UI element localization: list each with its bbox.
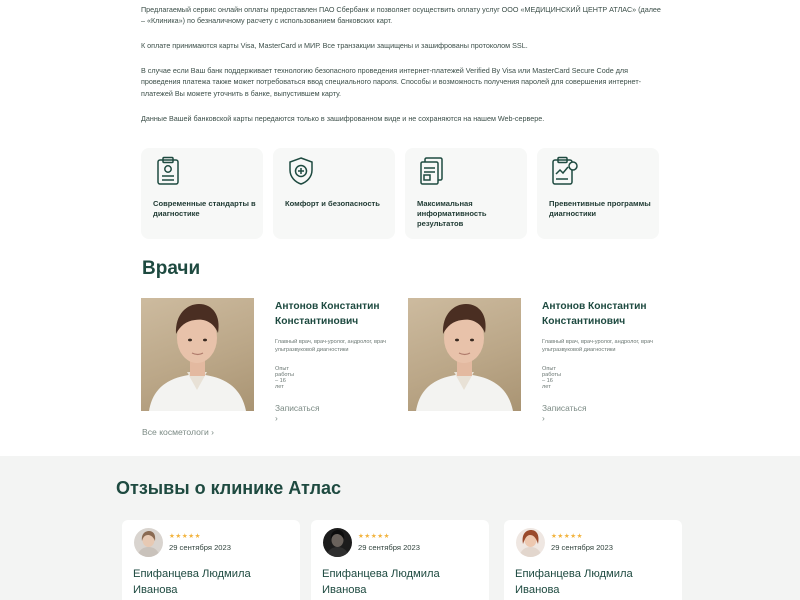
review-card: ★★★★★ 29 сентября 2023 Епифанцева Людмил…: [122, 520, 300, 600]
review-card: ★★★★★ 29 сентября 2023 Епифанцева Людмил…: [311, 520, 489, 600]
doctor-name: Антонов Константин Константинович: [542, 301, 647, 328]
review-card: ★★★★★ 29 сентября 2023 Епифанцева Людмил…: [504, 520, 682, 600]
reviews-heading: Отзывы о клинике Атлас: [116, 478, 342, 498]
doctor-photo: [141, 298, 254, 411]
feature-title: Превентивные программы диагностики: [549, 199, 651, 219]
reviewer-avatar: [134, 528, 163, 557]
doctor-experience: Опыт работы – 16 лет: [542, 366, 561, 390]
feature-card: Максимальная информативность результатов: [405, 148, 527, 239]
payment-paragraph-2: К оплате принимаются карты Visa, MasterC…: [141, 41, 528, 51]
reviewer-avatar: [516, 528, 545, 557]
feature-card: Современные стандарты в диагностике: [141, 148, 263, 239]
rating-stars: ★★★★★: [358, 533, 391, 540]
reviewer-name: Епифанцева Людмила Иванова: [515, 568, 633, 596]
feature-title: Современные стандарты в диагностике: [153, 199, 256, 219]
reviewer-avatar: [323, 528, 352, 557]
rating-stars: ★★★★★: [169, 533, 202, 540]
doctor-position: Главный врач, врач-уролог, андролог, вра…: [275, 339, 386, 354]
doctor-position: Главный врач, врач-уролог, андролог, вра…: [542, 339, 653, 354]
doctor-experience: Опыт работы – 16 лет: [275, 366, 294, 390]
feature-card: Превентивные программы диагностики: [537, 148, 659, 239]
feature-title: Комфорт и безопасность: [285, 199, 380, 208]
document-stack-icon: [420, 157, 443, 185]
payment-paragraph-1: Предлагаемый сервис онлайн оплаты предос…: [141, 5, 661, 26]
doctor-photo: [408, 298, 521, 411]
clipboard-icon: [157, 156, 179, 185]
features-row: Современные стандарты в диагностике Комф…: [141, 148, 659, 239]
shield-icon: [289, 157, 313, 185]
review-date: 29 сентября 2023: [358, 543, 420, 552]
doctors-heading: Врачи: [142, 258, 201, 279]
review-date: 29 сентября 2023: [551, 543, 613, 552]
reviewer-name: Епифанцева Людмила Иванова: [133, 568, 251, 596]
all-cosmetologists-link[interactable]: Все косметологи ›: [142, 427, 214, 437]
payment-paragraph-3: В случае если Ваш банк поддерживает техн…: [141, 66, 642, 98]
reviewer-name: Епифанцева Людмила Иванова: [322, 568, 440, 596]
feature-title: Максимальная информативность результатов: [417, 199, 487, 229]
rating-stars: ★★★★★: [551, 533, 584, 540]
book-appointment-link[interactable]: Записаться ›: [542, 403, 587, 423]
book-appointment-link[interactable]: Записаться ›: [275, 403, 320, 423]
review-date: 29 сентября 2023: [169, 543, 231, 552]
payment-paragraph-4: Данные Вашей банковской карты передаются…: [141, 113, 545, 123]
doctor-name: Антонов Константин Константинович: [275, 301, 380, 328]
payment-info-text: Предлагаемый сервис онлайн оплаты предос…: [141, 4, 661, 137]
feature-card: Комфорт и безопасность: [273, 148, 395, 239]
clipboard-chart-icon: [552, 156, 578, 185]
